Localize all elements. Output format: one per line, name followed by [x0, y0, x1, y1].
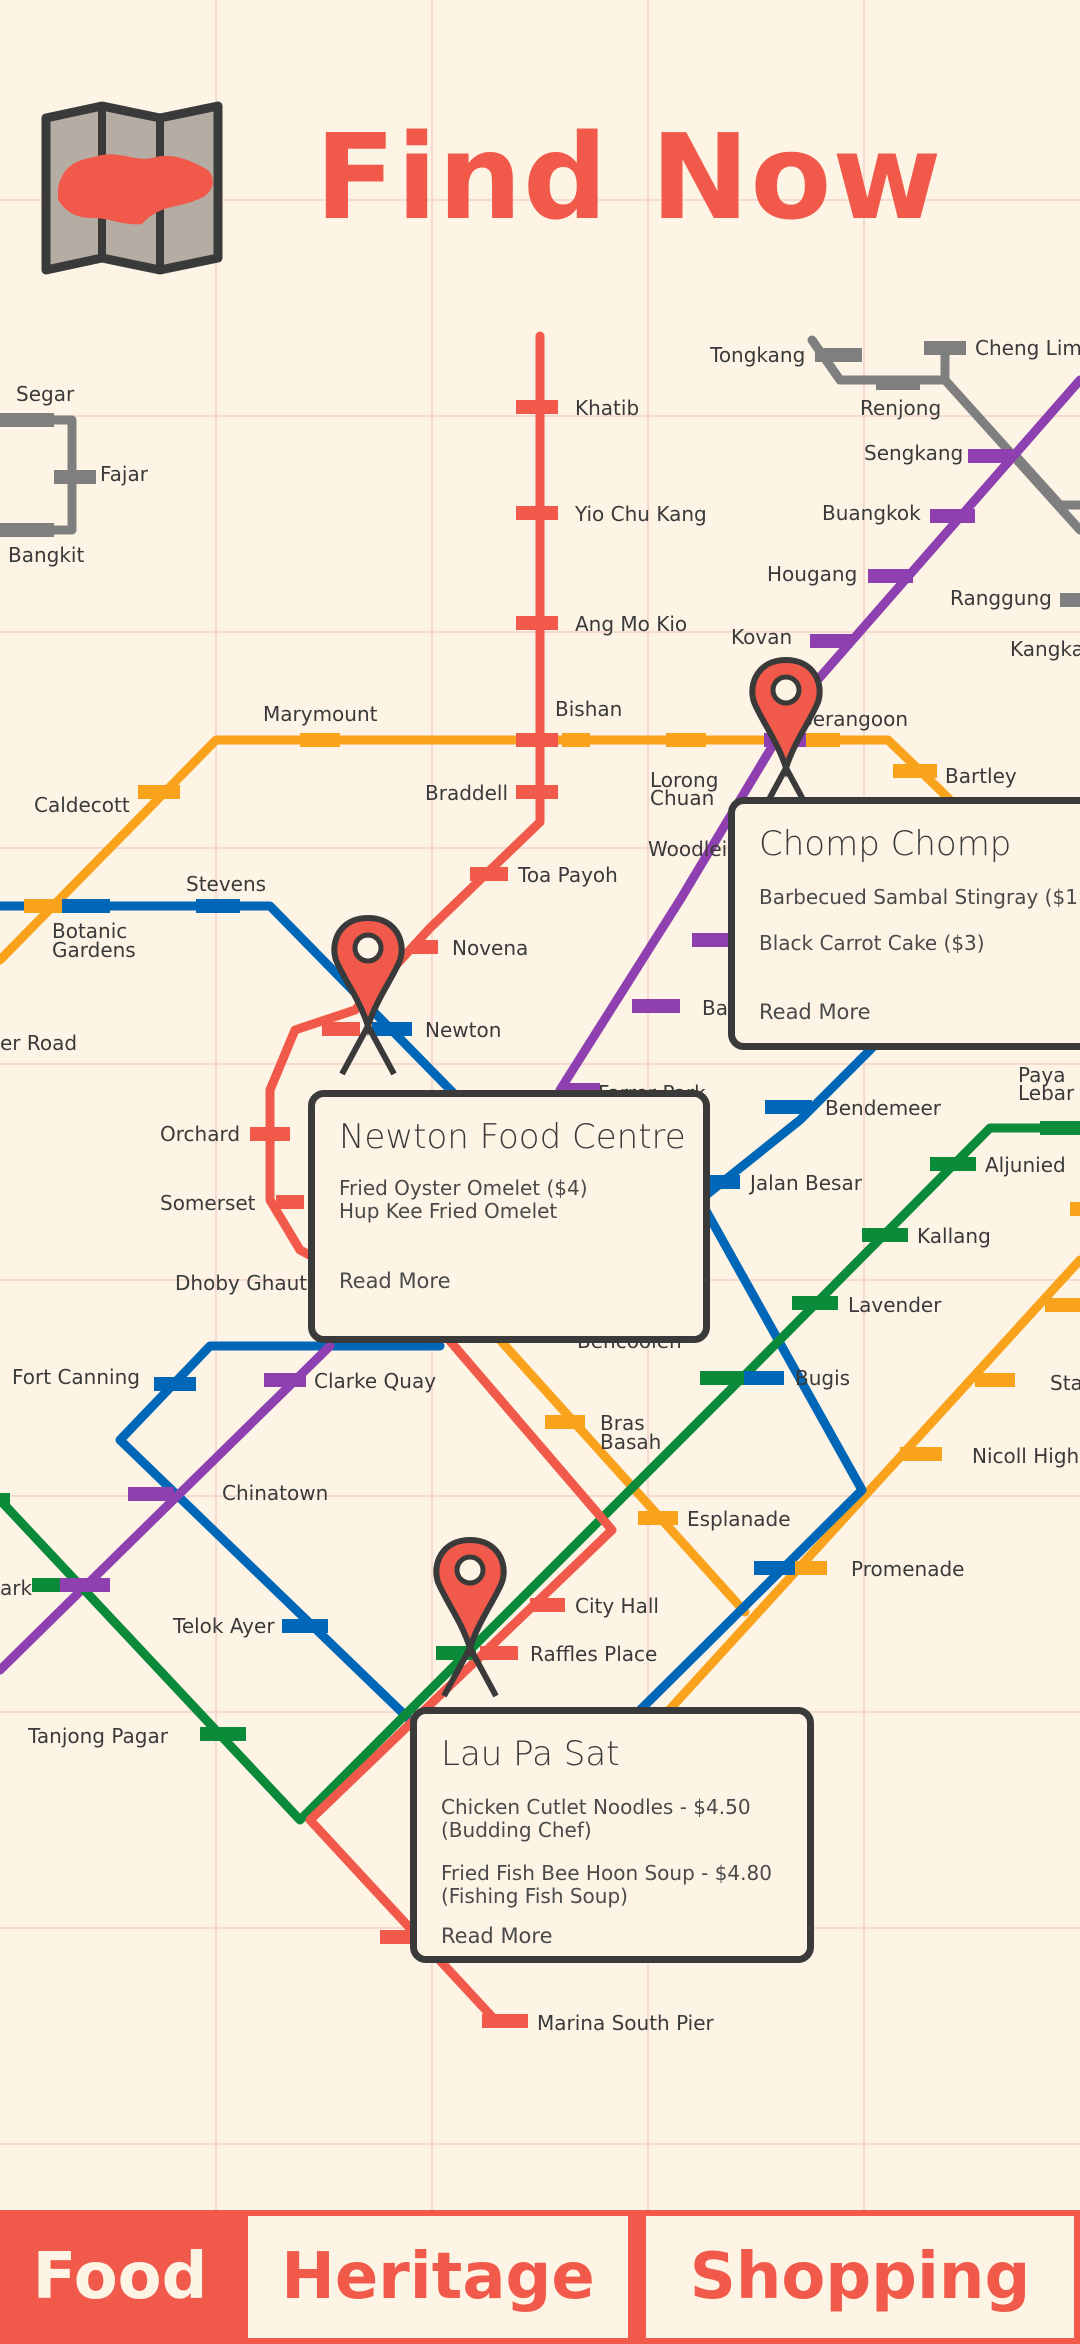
- station-bugis: Bugis: [795, 1366, 850, 1390]
- restaurant-card-chomp-chomp[interactable]: Chomp Chomp Barbecued Sambal Stingray ($…: [728, 797, 1080, 1050]
- station-toa-payoh: Toa Payoh: [517, 863, 618, 887]
- restaurant-card-lau-pa-sat[interactable]: Lau Pa Sat Chicken Cutlet Noodles - $4.5…: [410, 1707, 814, 1963]
- station-tanjong-pagar: Tanjong Pagar: [27, 1724, 169, 1748]
- page-title: Find Now: [315, 108, 943, 246]
- station-lorong-chuan-line2: Chuan: [650, 786, 714, 810]
- station-nicoll-highway: Nicoll Highw: [972, 1444, 1080, 1468]
- station-khatib: Khatib: [575, 396, 639, 420]
- tab-food[interactable]: Food: [0, 2210, 240, 2344]
- station-marymount: Marymount: [263, 702, 378, 726]
- station-chinatown: Chinatown: [222, 1481, 328, 1505]
- singapore-folded-map-icon: [41, 101, 223, 275]
- station-newton: Newton: [425, 1018, 501, 1042]
- read-more-link[interactable]: Read More: [441, 1924, 553, 1948]
- station-lavender: Lavender: [848, 1293, 942, 1317]
- station-fort-canning: Fort Canning: [12, 1365, 140, 1389]
- station-paya-lebar-line2: Lebar: [1018, 1081, 1075, 1105]
- station-segar: Segar: [16, 382, 75, 406]
- station-tongkang: Tongkang: [709, 343, 805, 367]
- station-hougang: Hougang: [767, 562, 857, 586]
- station-bartley: Bartley: [945, 764, 1017, 788]
- station-ark: ark: [0, 1576, 32, 1600]
- station-promenade: Promenade: [851, 1557, 964, 1581]
- station-aljunied: Aljunied: [985, 1153, 1066, 1177]
- tab-shopping[interactable]: Shopping: [640, 2210, 1080, 2344]
- station-renjong: Renjong: [860, 396, 941, 420]
- menu-item: Barbecued Sambal Stingray ($1: [759, 885, 1078, 909]
- station-telok-ayer: Telok Ayer: [172, 1614, 275, 1638]
- station-sengkang: Sengkang: [864, 441, 963, 465]
- station-stevens: Stevens: [186, 872, 266, 896]
- category-tab-bar: Food Heritage Shopping: [0, 2210, 1080, 2344]
- station-esplanade: Esplanade: [687, 1507, 791, 1531]
- station-bangkit: Bangkit: [8, 543, 84, 567]
- restaurant-name: Chomp Chomp: [759, 824, 1012, 864]
- station-bras-basah-line2: Basah: [600, 1430, 661, 1454]
- station-ranggung: Ranggung: [950, 586, 1052, 610]
- station-raffles-place: Raffles Place: [530, 1642, 657, 1666]
- station-kallang: Kallang: [917, 1224, 991, 1248]
- station-ba: Ba: [702, 996, 728, 1020]
- station-stadium: Sta: [1050, 1371, 1080, 1395]
- menu-item: Fried Oyster Omelet ($4) Hup Kee Fried O…: [339, 1176, 588, 1223]
- station-marina-south-pier: Marina South Pier: [537, 2011, 715, 2035]
- station-orchard: Orchard: [160, 1122, 240, 1146]
- menu-item: Fried Fish Bee Hoon Soup - $4.80 (Fishin…: [441, 1861, 772, 1908]
- restaurant-name: Lau Pa Sat: [441, 1734, 620, 1774]
- station-novena: Novena: [452, 936, 528, 960]
- lrt-line-east-2: [1010, 450, 1080, 510]
- station-botanic-line2: Gardens: [52, 938, 136, 962]
- restaurant-card-newton-food-centre[interactable]: Newton Food Centre Fried Oyster Omelet (…: [308, 1090, 710, 1343]
- map-pin-icon[interactable]: [331, 914, 405, 1076]
- station-jalan-besar: Jalan Besar: [748, 1171, 863, 1195]
- station-city-hall: City Hall: [575, 1594, 659, 1618]
- restaurant-name: Newton Food Centre: [339, 1117, 686, 1157]
- station-clarke-quay: Clarke Quay: [314, 1369, 436, 1393]
- station-buangkok: Buangkok: [822, 501, 921, 525]
- station-caldecott: Caldecott: [34, 793, 130, 817]
- tab-heritage[interactable]: Heritage: [242, 2210, 634, 2344]
- station-bendemeer: Bendemeer: [825, 1096, 942, 1120]
- station-bishan: Bishan: [555, 697, 622, 721]
- station-cheng-lim: Cheng Lim: [975, 336, 1080, 360]
- menu-item: Black Carrot Cake ($3): [759, 931, 985, 955]
- station-somerset: Somerset: [160, 1191, 256, 1215]
- station-braddell: Braddell: [425, 781, 508, 805]
- station-kangkar: Kangkar: [1010, 637, 1080, 661]
- menu-item: Chicken Cutlet Noodles - $4.50 (Budding …: [441, 1795, 751, 1842]
- station-er-road: er Road: [0, 1031, 77, 1055]
- station-fajar: Fajar: [100, 462, 149, 486]
- station-yio-chu-kang: Yio Chu Kang: [574, 502, 707, 526]
- read-more-link[interactable]: Read More: [339, 1269, 451, 1293]
- station-kovan: Kovan: [731, 625, 792, 649]
- station-ang-mo-kio: Ang Mo Kio: [575, 612, 687, 636]
- read-more-link[interactable]: Read More: [759, 1000, 871, 1024]
- station-dhoby-ghaut: Dhoby Ghaut: [175, 1271, 307, 1295]
